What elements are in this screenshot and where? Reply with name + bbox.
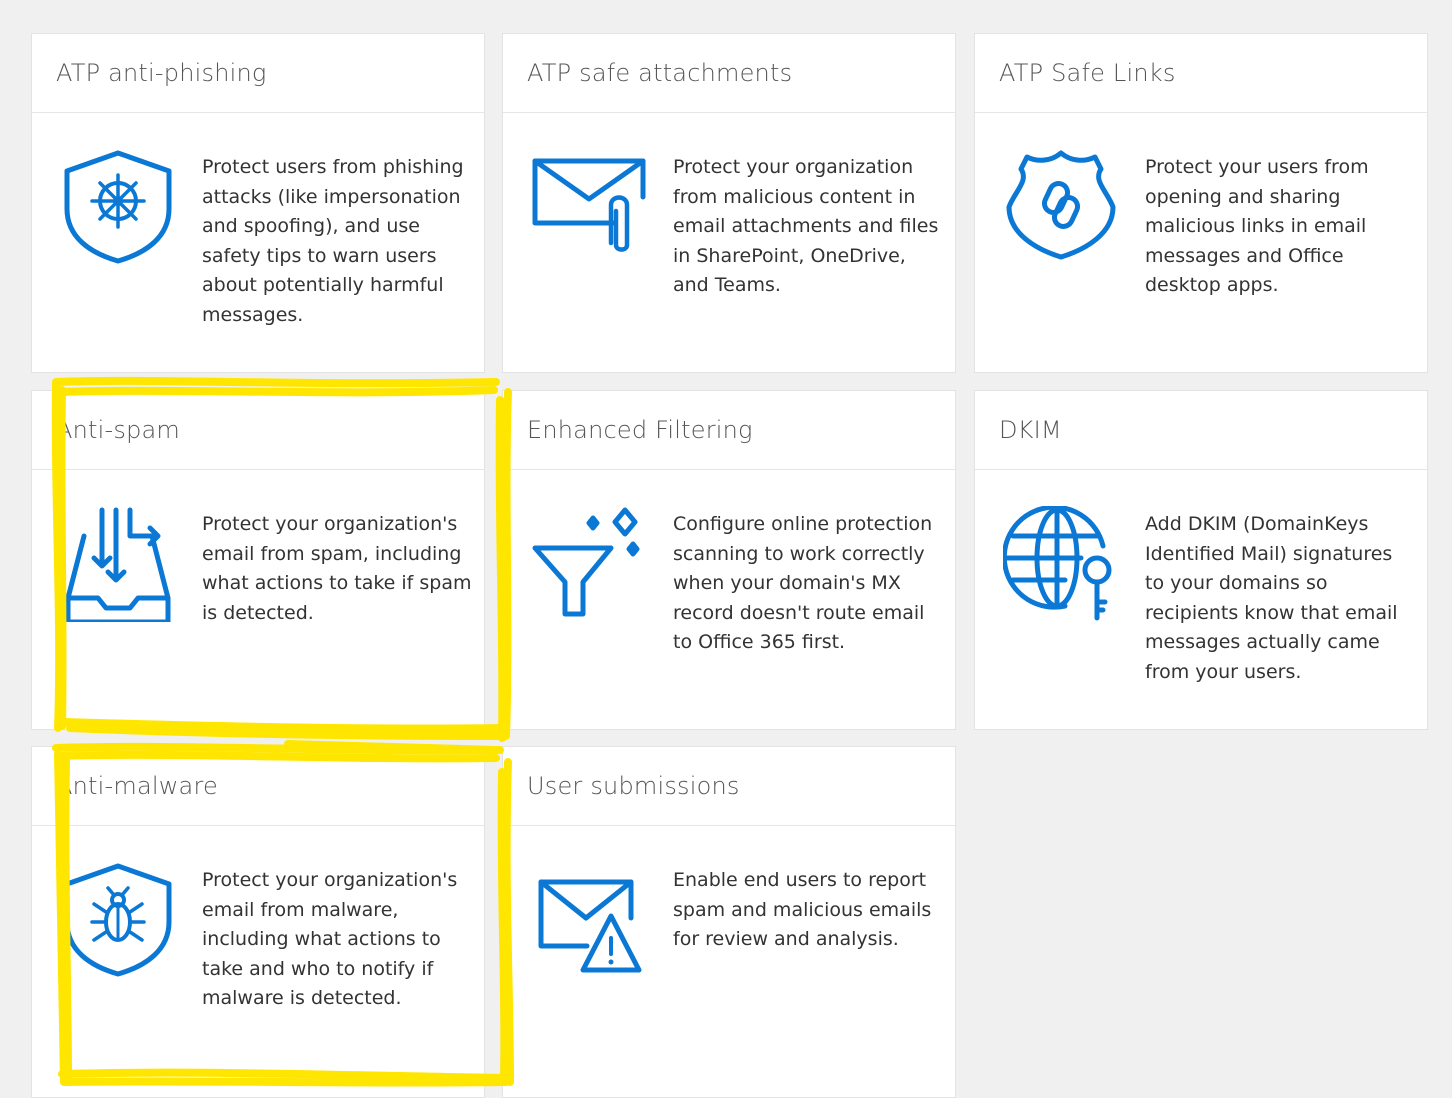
card-anti-malware[interactable]: Anti-malware Protect your organization's…: [31, 746, 485, 1098]
card-atp-safe-links[interactable]: ATP Safe Links Protect your users from o…: [974, 33, 1428, 373]
card-description: Protect your organization's email from m…: [202, 869, 458, 1009]
funnel-sparkle-icon: [531, 506, 647, 622]
card-header: User submissions: [503, 747, 955, 826]
envelope-paperclip-icon: [531, 149, 647, 265]
card-title: User submissions: [527, 772, 740, 800]
inbox-tray-arrows-icon: [60, 506, 176, 622]
highlight-stroke: [52, 376, 500, 388]
card-header: DKIM: [975, 391, 1427, 470]
card-title: Anti-spam: [56, 416, 180, 444]
card-description: Protect users from phishing attacks (lik…: [202, 156, 464, 326]
card-atp-anti-phishing[interactable]: ATP anti-phishing Protect users from phi…: [31, 33, 485, 373]
card-header: Enhanced Filtering: [503, 391, 955, 470]
card-description: Enable end users to report spam and mali…: [673, 869, 932, 950]
card-header: ATP safe attachments: [503, 34, 955, 113]
card-header: ATP anti-phishing: [32, 34, 484, 113]
card-description: Add DKIM (DomainKeys Identified Mail) si…: [1145, 513, 1398, 683]
card-description: Protect your organization's email from s…: [202, 513, 472, 624]
envelope-warning-icon: [531, 862, 647, 978]
card-description: Protect your users from opening and shar…: [1145, 156, 1369, 296]
card-anti-spam[interactable]: Anti-spam Protect your organization's em…: [31, 390, 485, 730]
shield-wheel-icon: [60, 149, 176, 265]
card-enhanced-filtering[interactable]: Enhanced Filtering Configure online prot…: [502, 390, 956, 730]
shield-bug-icon: [60, 862, 176, 978]
card-dkim[interactable]: DKIM Add DKIM (DomainKeys Identified Mai…: [974, 390, 1428, 730]
card-title: Anti-malware: [56, 772, 218, 800]
badge-link-icon: [1003, 149, 1119, 265]
card-title: Enhanced Filtering: [527, 416, 753, 444]
card-title: ATP Safe Links: [999, 59, 1176, 87]
card-user-submissions[interactable]: User submissions Enable end users to rep…: [502, 746, 956, 1098]
card-description: Configure online protection scanning to …: [673, 513, 933, 653]
card-header: Anti-malware: [32, 747, 484, 826]
card-header: ATP Safe Links: [975, 34, 1427, 113]
globe-key-icon: [1003, 506, 1119, 622]
card-title: ATP safe attachments: [527, 59, 793, 87]
card-description: Protect your organization from malicious…: [673, 156, 939, 296]
card-title: ATP anti-phishing: [56, 59, 267, 87]
card-title: DKIM: [999, 416, 1062, 444]
card-atp-safe-attachments[interactable]: ATP safe attachments Protect your organi…: [502, 33, 956, 373]
card-header: Anti-spam: [32, 391, 484, 470]
